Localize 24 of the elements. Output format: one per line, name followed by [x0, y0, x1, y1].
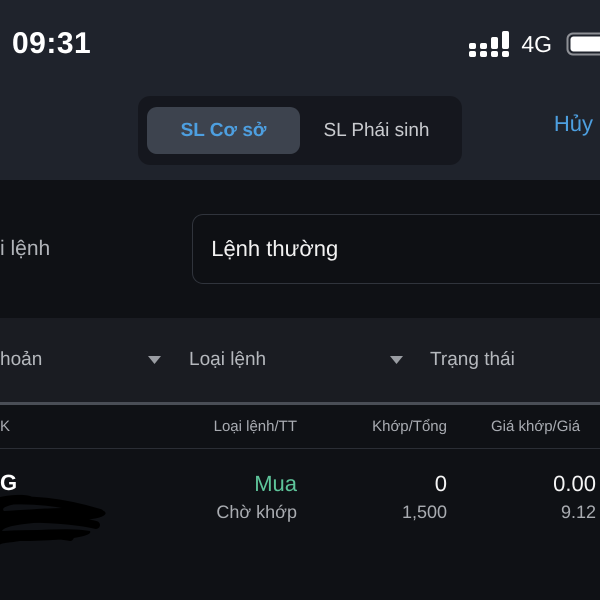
caret-icon: [390, 356, 403, 364]
stock-symbol: G: [0, 469, 18, 497]
matched-quantity: 0: [434, 470, 447, 498]
filter-option[interactable]: Trạng thái: [417, 318, 600, 402]
field-label: i lệnh: [0, 237, 50, 261]
order-side: Mua: [254, 470, 297, 498]
matched-price: 0.00: [553, 470, 596, 498]
battery-icon: [566, 32, 600, 56]
order-price: 9.12: [560, 501, 596, 524]
filter-dropdown[interactable]: Loại lệnh: [175, 318, 417, 402]
cancel-button[interactable]: Hủy: [554, 111, 593, 137]
column-header: Loại lệnh/TT: [212, 418, 297, 435]
status-time: 09:31: [12, 27, 92, 61]
total-quantity: 1,500: [402, 501, 447, 524]
order-type-field[interactable]: Lệnh thường: [192, 214, 600, 284]
column-header: Giá khớp/Giá: [490, 418, 582, 435]
segment-tab[interactable]: SL Phái sinh: [300, 107, 453, 154]
caret-icon: [148, 356, 161, 364]
column-header: Khớp/Tổng: [371, 418, 447, 435]
signal-icon: [469, 31, 510, 57]
network-type: 4G: [521, 30, 552, 58]
order-status: Chờ khớp: [216, 501, 297, 524]
column-header: K: [0, 418, 12, 435]
filter-dropdown[interactable]: hoản: [0, 318, 175, 402]
